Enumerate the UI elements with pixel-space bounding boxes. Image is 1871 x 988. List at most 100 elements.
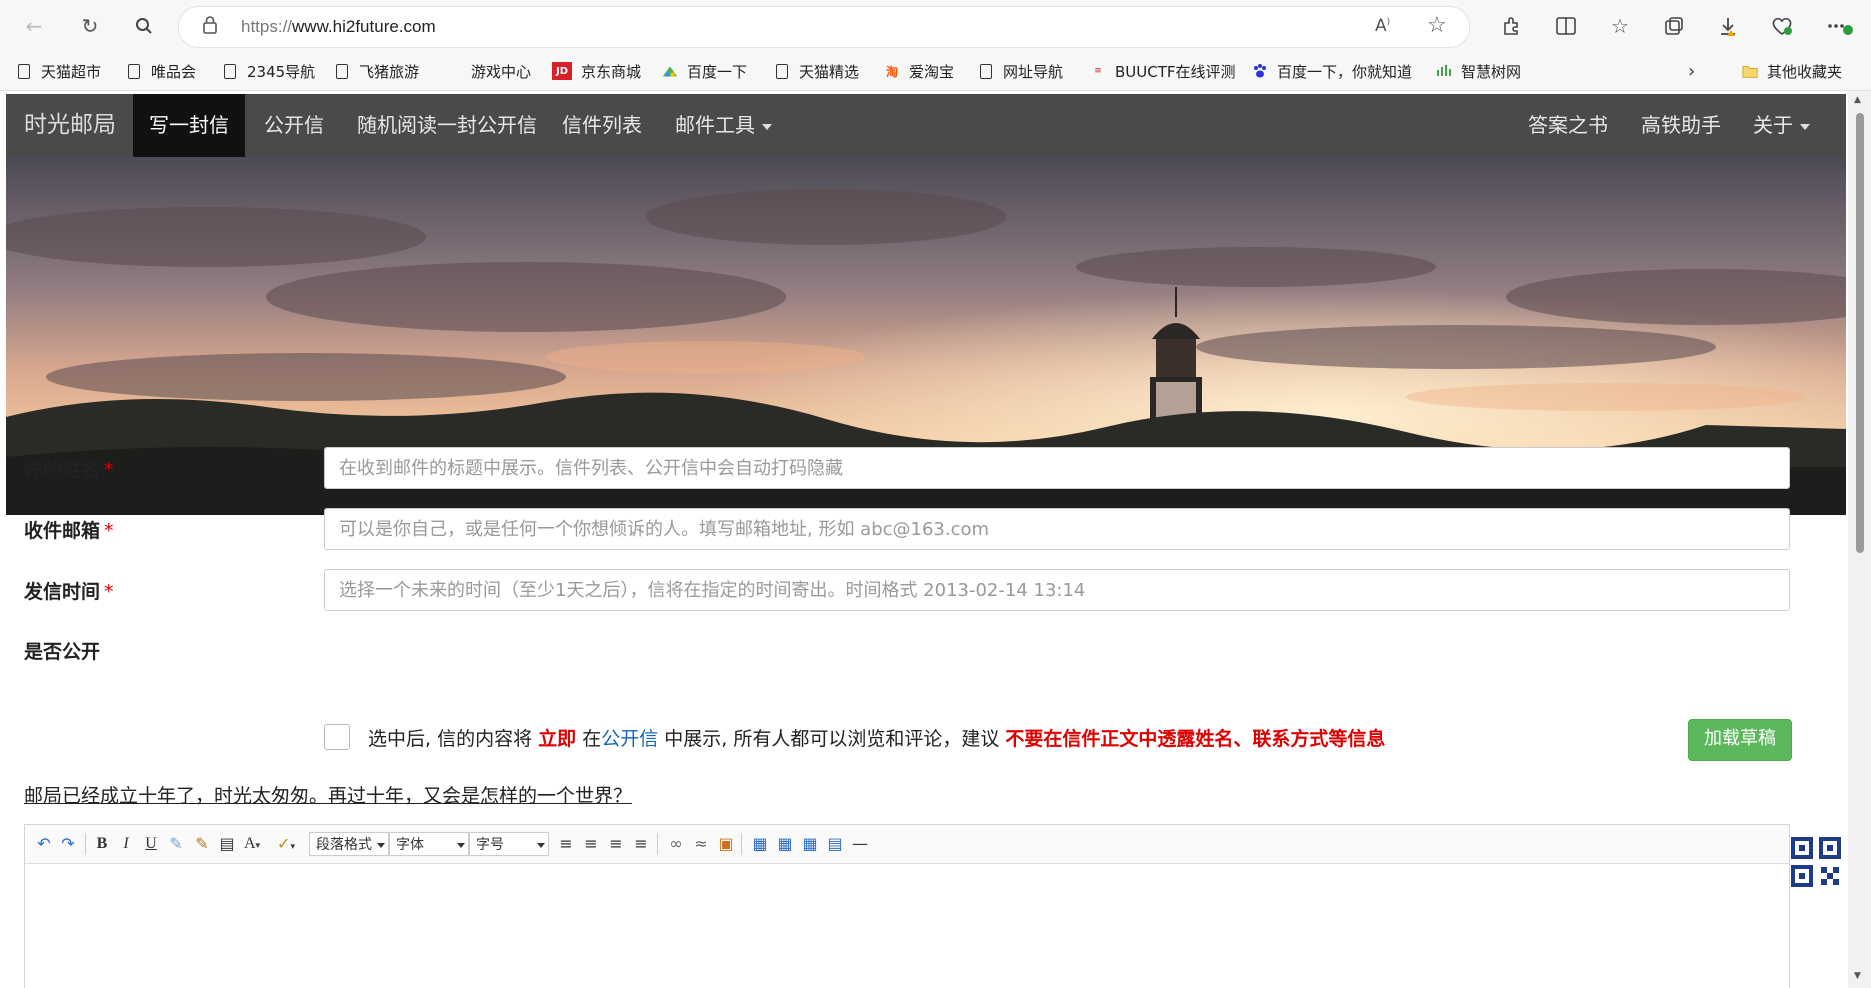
- bookmark-item[interactable]: ≡ BUUCTF在线评测: [1090, 61, 1236, 81]
- send-time-label: 发信时间 *: [24, 577, 114, 604]
- folder-icon: [1742, 62, 1758, 80]
- bookmark-item[interactable]: 飞猪旅游: [334, 61, 419, 81]
- bookmark-label: 天猫超市: [41, 62, 102, 81]
- page-viewport: 时光邮局 写一封信 公开信 随机阅读一封公开信 信件列表 邮件工具 答案之书 高…: [0, 91, 1871, 988]
- extensions-icon[interactable]: [1498, 12, 1526, 40]
- name-input[interactable]: [324, 447, 1790, 489]
- collections-icon[interactable]: [1660, 12, 1688, 40]
- qr-code-icon[interactable]: [1790, 836, 1842, 888]
- nav-letter-list[interactable]: 信件列表: [562, 94, 642, 157]
- page-scrollbar[interactable]: ▲ ▼: [1848, 91, 1871, 988]
- url-text[interactable]: https://www.hi2future.com: [241, 17, 436, 37]
- redo-icon[interactable]: ↷: [57, 834, 79, 854]
- back-icon[interactable]: ←: [20, 12, 48, 40]
- load-draft-button[interactable]: 加载草稿: [1688, 719, 1792, 761]
- address-bar[interactable]: https://www.hi2future.com A) ☆: [178, 6, 1470, 48]
- scroll-up-icon[interactable]: ▲: [1854, 95, 1861, 105]
- underline-icon[interactable]: U: [140, 834, 162, 854]
- bookmark-item[interactable]: 游戏中心: [446, 61, 531, 81]
- favorite-star-icon[interactable]: ☆: [1427, 13, 1447, 38]
- bold-icon[interactable]: B: [91, 834, 113, 854]
- align-left-icon[interactable]: ≡: [555, 834, 577, 854]
- bookmarks-bar: 天猫超市 唯品会 2345导航 飞猪旅游 游戏中心 JD 京东商城 百度一下 天猫…: [0, 52, 1871, 91]
- eraser-icon[interactable]: ✎: [165, 834, 187, 854]
- format-brush-icon[interactable]: ✎: [191, 834, 213, 854]
- font-size-select[interactable]: 字号: [469, 832, 549, 856]
- image-icon[interactable]: ▣: [715, 834, 737, 854]
- bookmark-item[interactable]: 唯品会: [126, 61, 196, 81]
- toolbar-divider: [741, 833, 742, 855]
- bookmark-label: 京东商城: [581, 62, 642, 81]
- bookmark-label: BUUCTF在线评测: [1115, 62, 1236, 81]
- font-family-select[interactable]: 字体: [389, 832, 469, 856]
- downloads-icon[interactable]: [1714, 12, 1742, 40]
- public-label: 是否公开: [24, 641, 101, 663]
- site-brand[interactable]: 时光邮局: [24, 94, 116, 157]
- horizontal-rule-icon[interactable]: —: [849, 834, 871, 854]
- paste-icon[interactable]: ▤: [216, 834, 238, 854]
- email-input[interactable]: [324, 508, 1790, 550]
- bookmark-item[interactable]: 智慧树网: [1436, 61, 1521, 81]
- nav-about[interactable]: 关于: [1753, 94, 1810, 157]
- page-icon: [334, 62, 350, 80]
- search-icon[interactable]: [130, 12, 158, 40]
- browser-essentials-icon[interactable]: [1768, 12, 1796, 40]
- undo-icon[interactable]: ↶: [33, 834, 55, 854]
- send-time-input[interactable]: [324, 569, 1790, 611]
- nav-mail-tools-label: 邮件工具: [675, 113, 755, 137]
- nav-random-letter[interactable]: 随机阅读一封公开信: [357, 94, 537, 157]
- favorites-icon[interactable]: ☆: [1606, 12, 1634, 40]
- bookmark-item[interactable]: 天猫超市: [16, 61, 101, 81]
- email-label-text: 收件邮箱: [24, 520, 101, 542]
- nav-mail-tools[interactable]: 邮件工具: [675, 94, 772, 157]
- scroll-down-icon[interactable]: ▼: [1854, 971, 1861, 981]
- public-checkbox[interactable]: [324, 724, 350, 750]
- lock-icon[interactable]: [203, 16, 217, 38]
- bookmark-item[interactable]: 网址导航: [978, 61, 1063, 81]
- bookmark-label: 飞猪旅游: [359, 62, 420, 81]
- highlight-icon[interactable]: ✓▾: [275, 834, 297, 854]
- nav-book-of-answers[interactable]: 答案之书: [1528, 94, 1608, 157]
- bookmark-item[interactable]: 天猫精选: [774, 61, 859, 81]
- image-center-icon[interactable]: ▦: [799, 834, 821, 854]
- more-menu-icon[interactable]: [1826, 12, 1854, 40]
- other-bookmarks-folder[interactable]: 其他收藏夹: [1742, 61, 1842, 81]
- align-justify-icon[interactable]: ≡: [630, 834, 652, 854]
- bookmark-item[interactable]: 百度一下，你就知道: [1252, 61, 1412, 81]
- unlink-icon[interactable]: ≈: [690, 834, 712, 854]
- public-text-now: 立即: [538, 728, 577, 750]
- align-center-icon[interactable]: ≡: [580, 834, 602, 854]
- image-float-right-icon[interactable]: ▦: [774, 834, 796, 854]
- align-right-icon[interactable]: ≡: [605, 834, 627, 854]
- italic-icon[interactable]: I: [115, 834, 137, 854]
- bookmark-item[interactable]: 百度一下: [662, 61, 747, 81]
- scrollbar-thumb[interactable]: [1856, 113, 1864, 553]
- font-color-icon[interactable]: A▾: [241, 834, 263, 854]
- chevron-right-icon[interactable]: ›: [1688, 61, 1695, 82]
- page-icon: [16, 62, 32, 80]
- toolbar-divider: [85, 833, 86, 855]
- nav-public-letters[interactable]: 公开信: [264, 94, 324, 157]
- bookmark-item[interactable]: 淘爱淘宝: [884, 61, 954, 81]
- image-float-left-icon[interactable]: ▦: [749, 834, 771, 854]
- nav-write-letter[interactable]: 写一封信: [133, 94, 245, 157]
- url-host: www.hi2future.com: [292, 17, 436, 36]
- nav-rail-assistant[interactable]: 高铁助手: [1641, 94, 1721, 157]
- chevron-down-icon: [377, 843, 385, 848]
- public-letters-link[interactable]: 公开信: [601, 728, 658, 750]
- motto-link[interactable]: 邮局已经成立十年了，时光太匆匆。再过十年，又会是怎样的一个世界？: [24, 781, 632, 808]
- nav-about-label: 关于: [1753, 113, 1793, 137]
- image-block-icon[interactable]: ▤: [824, 834, 846, 854]
- bookmark-label: 天猫精选: [799, 62, 860, 81]
- reload-icon[interactable]: ↻: [76, 12, 104, 40]
- baidu-flower-icon: [662, 62, 678, 80]
- buuctf-icon: ≡: [1094, 66, 1102, 76]
- public-text: 在: [582, 728, 602, 750]
- read-aloud-icon[interactable]: A): [1375, 16, 1390, 36]
- paragraph-format-select[interactable]: 段落格式: [309, 832, 389, 856]
- bookmark-item[interactable]: 2345导航: [222, 61, 315, 81]
- bookmark-item[interactable]: JD 京东商城: [552, 61, 641, 81]
- split-screen-icon[interactable]: [1552, 12, 1580, 40]
- select-value: 字体: [396, 837, 424, 853]
- link-icon[interactable]: ∞: [665, 834, 687, 854]
